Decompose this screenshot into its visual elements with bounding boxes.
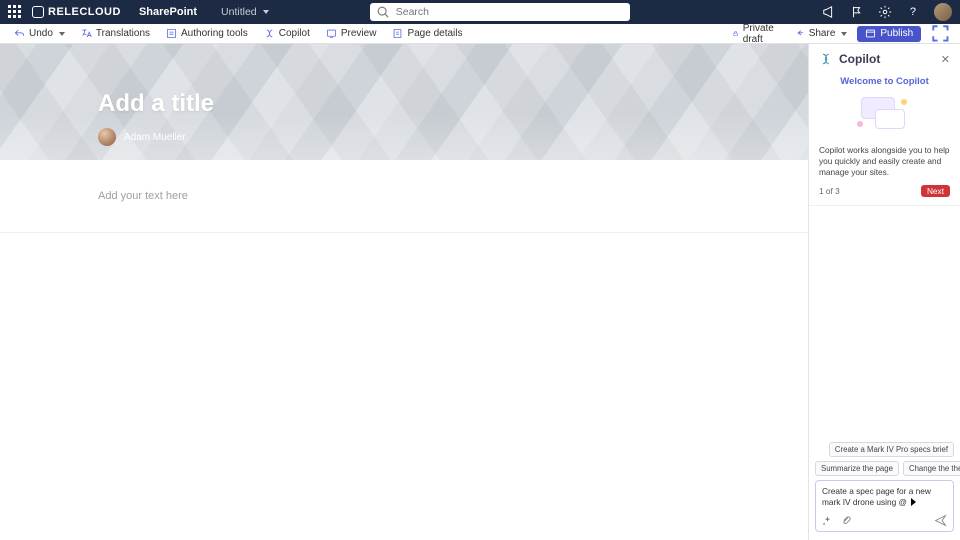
megaphone-icon[interactable] [822,5,836,19]
undo-button[interactable]: Undo [8,24,71,44]
body-text-placeholder[interactable]: Add your text here [0,160,808,233]
next-button[interactable]: Next [921,185,950,197]
copilot-prompt-box[interactable]: Create a spec page for a new mark IV dro… [815,480,954,532]
copilot-welcome-heading: Welcome to Copilot [809,76,960,87]
app-launcher-icon[interactable] [8,5,22,19]
copilot-illustration [855,95,915,139]
authoring-label: Authoring tools [181,28,248,39]
page-details-button[interactable]: Page details [386,24,468,44]
page-details-icon [392,28,403,39]
workspace: Add a title Adam Mueller Add your text h… [0,44,960,540]
copilot-panel: Copilot ✕ Welcome to Copilot Copilot wor… [808,44,960,540]
toolbar-right: Private draft Share Publish [726,22,952,45]
suggestion-chip-theme[interactable]: Change the theme [903,461,960,476]
page-toolbar: Undo Translations Authoring tools Copilo… [0,24,960,44]
publish-icon [865,28,876,39]
copilot-description: Copilot works alongside you to help you … [809,145,960,179]
preview-icon [326,28,337,39]
search-box[interactable] [370,3,630,21]
private-draft-button[interactable]: Private draft [726,24,784,44]
hero-banner[interactable]: Add a title Adam Mueller [0,44,808,160]
page-details-label: Page details [407,28,462,39]
flag-icon[interactable] [850,5,864,19]
copilot-toolbar-label: Copilot [279,28,310,39]
header-actions: ? [822,3,952,21]
product-name: SharePoint [139,6,197,18]
close-icon[interactable]: ✕ [941,53,950,66]
share-button[interactable]: Share [788,24,854,44]
search-icon [376,5,390,19]
lock-icon [732,28,739,39]
page-canvas: Add a title Adam Mueller Add your text h… [0,44,808,540]
author-avatar[interactable] [98,128,116,146]
pager-text: 1 of 3 [819,186,840,196]
document-title-dropdown[interactable]: Untitled [221,6,269,18]
suggestion-chip-brief[interactable]: Create a Mark IV Pro specs brief [829,442,954,457]
copilot-footer: Create a Mark IV Pro specs brief Summari… [809,436,960,540]
publish-button[interactable]: Publish [857,26,921,42]
share-icon [794,28,805,39]
chevron-down-icon [263,10,269,14]
expand-icon[interactable] [929,22,952,45]
copilot-prompt-text[interactable]: Create a spec page for a new mark IV dro… [822,486,947,508]
suggestion-chip-summarize[interactable]: Summarize the page [815,461,899,476]
copilot-icon [264,28,275,39]
divider [809,205,960,206]
translations-button[interactable]: Translations [75,24,156,44]
author-name[interactable]: Adam Mueller [124,132,186,143]
settings-icon[interactable] [878,5,892,19]
copilot-logo-icon [819,52,833,66]
brand-logo-icon [32,6,44,18]
translate-icon [81,28,92,39]
copilot-pager: 1 of 3 Next [809,179,960,205]
search-input[interactable] [396,6,624,18]
help-icon[interactable]: ? [906,5,920,19]
document-title: Untitled [221,6,257,18]
prompt-toolbar [822,514,947,527]
private-draft-label: Private draft [743,23,778,45]
app-header: RELECLOUD SharePoint Untitled ? [0,0,960,24]
chevron-down-icon [841,32,847,36]
preview-button[interactable]: Preview [320,24,383,44]
publish-label: Publish [880,28,913,39]
preview-label: Preview [341,28,377,39]
copilot-toolbar-button[interactable]: Copilot [258,24,316,44]
user-avatar[interactable] [934,3,952,21]
tools-icon [166,28,177,39]
text-cursor-icon [911,498,916,506]
undo-label: Undo [29,28,53,39]
attachment-icon[interactable] [841,515,852,526]
send-icon[interactable] [934,514,947,527]
copilot-header: Copilot ✕ [809,44,960,74]
title-placeholder[interactable]: Add a title [98,90,808,118]
share-label: Share [809,28,836,39]
authoring-tools-button[interactable]: Authoring tools [160,24,254,44]
brand: RELECLOUD [32,6,121,18]
copilot-title: Copilot [839,52,880,66]
undo-icon [14,28,25,39]
brand-name: RELECLOUD [48,6,121,18]
sparkle-icon[interactable] [822,515,833,526]
translations-label: Translations [96,28,150,39]
author-row: Adam Mueller [98,128,808,146]
chevron-down-icon [59,32,65,36]
